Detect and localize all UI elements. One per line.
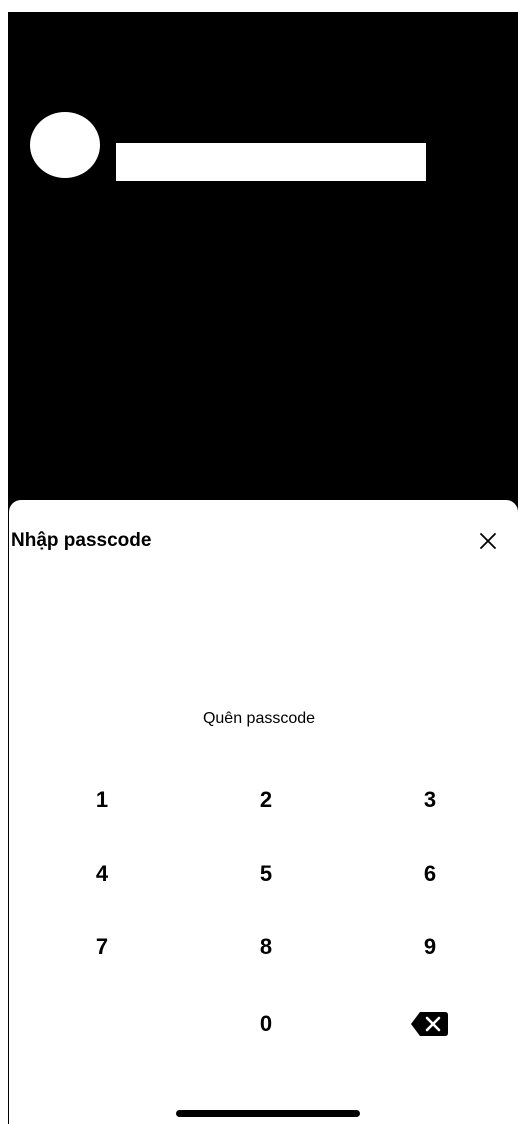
key-0[interactable]: 0 [206,995,326,1053]
close-icon [480,533,496,549]
close-button[interactable] [473,526,503,556]
delete-button[interactable] [370,995,490,1053]
key-8[interactable]: 8 [206,918,326,976]
key-2[interactable]: 2 [206,771,326,829]
dimmed-background [8,12,518,512]
key-5[interactable]: 5 [206,845,326,903]
key-9[interactable]: 9 [370,918,490,976]
key-1[interactable]: 1 [42,771,162,829]
key-7[interactable]: 7 [42,918,162,976]
forgot-passcode-link[interactable]: Quên passcode [0,710,518,728]
backspace-icon [411,1012,448,1036]
key-3[interactable]: 3 [370,771,490,829]
sheet-title: Nhập passcode [11,530,152,551]
key-4[interactable]: 4 [42,845,162,903]
home-indicator [176,1110,360,1117]
redacted-account-name [116,143,426,181]
key-6[interactable]: 6 [370,845,490,903]
avatar [30,112,100,178]
